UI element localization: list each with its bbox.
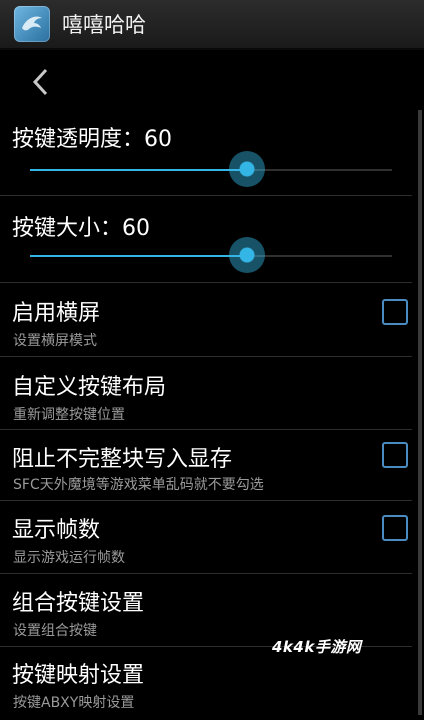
setting-summary: 设置组合按键 [13, 623, 97, 639]
setting-summary: 显示游戏运行帧数 [13, 550, 125, 566]
setting-landscape[interactable]: 启用横屏 设置横屏模式 [0, 283, 412, 357]
dolphin-logo-icon [14, 6, 50, 42]
landscape-checkbox[interactable] [382, 299, 408, 325]
setting-title: 阻止不完整块写入显存 [12, 447, 233, 472]
setting-button-size: 按键大小：60 [0, 196, 412, 283]
settings-screen: 按键透明度：60 按键大小：60 启用横屏 设置横屏模式 自定义按键布局 重新调… [0, 52, 424, 720]
setting-summary: 设置横屏模式 [13, 333, 97, 349]
title-bar: 嘻嘻哈哈 [0, 0, 424, 50]
setting-summary: 按键ABXY映射设置 [13, 695, 135, 711]
setting-title: 组合按键设置 [12, 591, 145, 616]
setting-show-fps[interactable]: 显示帧数 显示游戏运行帧数 [0, 501, 412, 574]
slider-thumb[interactable] [229, 237, 266, 273]
setting-title: 按键映射设置 [12, 663, 145, 688]
setting-summary: 重新调整按键位置 [13, 407, 125, 423]
slider-fill [30, 255, 248, 257]
setting-title: 启用横屏 [12, 301, 101, 326]
setting-title: 按键大小：60 [12, 216, 150, 241]
show-fps-checkbox[interactable] [382, 515, 408, 541]
scrollbar[interactable] [418, 110, 422, 715]
setting-title: 自定义按键布局 [12, 375, 167, 400]
setting-title: 按键透明度：60 [12, 127, 172, 152]
app-title: 嘻嘻哈哈 [62, 13, 146, 37]
setting-key-mapping[interactable]: 按键映射设置 按键ABXY映射设置 [0, 647, 412, 720]
slider-thumb[interactable] [229, 151, 266, 187]
slider-fill [30, 169, 248, 171]
setting-custom-layout[interactable]: 自定义按键布局 重新调整按键位置 [0, 357, 412, 430]
setting-block-vram-write[interactable]: 阻止不完整块写入显存 SFC天外魔境等游戏菜单乱码就不要勾选 [0, 430, 412, 501]
watermark-text: 4k4k手游网 [272, 638, 362, 656]
setting-title: 显示帧数 [12, 518, 101, 543]
setting-button-opacity: 按键透明度：60 [0, 110, 412, 196]
size-slider[interactable] [30, 237, 392, 273]
setting-summary: SFC天外魔境等游戏菜单乱码就不要勾选 [13, 477, 264, 493]
block-vram-checkbox[interactable] [382, 442, 408, 468]
opacity-slider[interactable] [30, 151, 392, 187]
back-arrow-icon[interactable] [22, 64, 58, 100]
